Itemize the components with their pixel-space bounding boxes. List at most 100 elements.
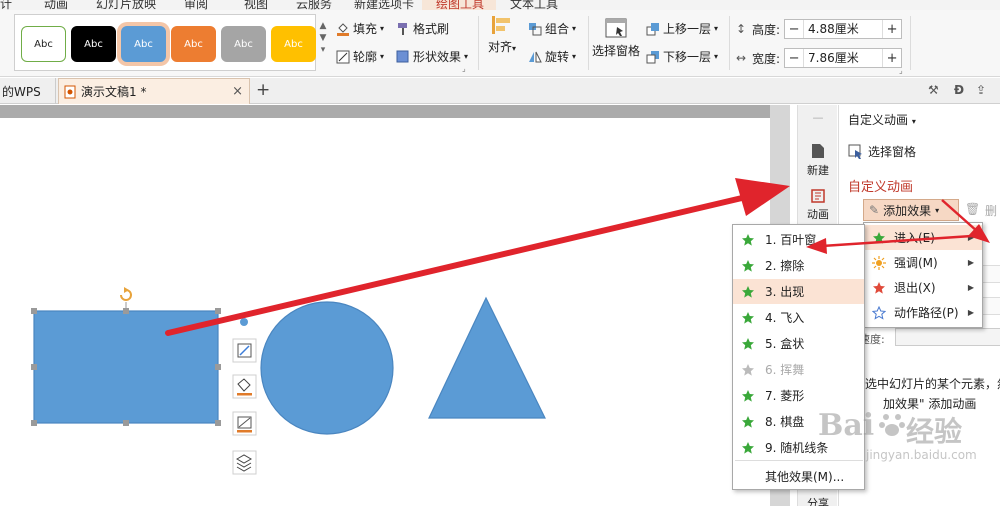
selection-pane-button[interactable]: 选择窗格 <box>592 18 640 59</box>
width-decrement-button[interactable]: − <box>785 51 803 66</box>
format-painter-button[interactable]: 格式刷 <box>396 20 449 37</box>
align-button[interactable]: 对齐▾ <box>488 14 516 55</box>
entrance-effect-item[interactable]: 6. 挥舞 <box>733 357 864 382</box>
delete-label[interactable]: 删 <box>985 202 997 219</box>
tab-document[interactable]: 演示文稿1 * × <box>58 78 250 104</box>
outline-button[interactable]: 轮廓 ▾ <box>336 48 384 65</box>
width-increment-button[interactable]: + <box>883 51 901 66</box>
height-decrement-button[interactable]: − <box>785 22 803 37</box>
side-nav-new-label: 新建 <box>807 164 829 177</box>
style-swatch-gray[interactable]: Abc <box>221 26 266 62</box>
circle-shape[interactable] <box>260 301 394 435</box>
new-tab-icon[interactable]: + <box>256 80 270 100</box>
shape-effect-button[interactable]: 形状效果 ▾ <box>396 48 468 65</box>
gallery-expand-icon[interactable]: ▾ <box>318 44 328 56</box>
fill-label: 填充 <box>353 22 378 36</box>
custom-animation-dropdown-label: 自定义动画 <box>848 113 909 127</box>
menu-item-exit[interactable]: 退出(X) ▶ <box>864 275 982 300</box>
menu-item-cloud[interactable]: 云服务 <box>296 0 332 10</box>
menu-item-emphasis[interactable]: 强调(M) ▶ <box>864 250 982 275</box>
menu-item-motion-path[interactable]: 动作路径(P) ▶ <box>864 300 982 325</box>
send-backward-button[interactable]: 下移一层 ▾ <box>646 48 718 65</box>
style-swatch-yellow[interactable]: Abc <box>271 26 316 62</box>
tool-icon[interactable]: ⚒ <box>928 83 939 97</box>
triangle-shape[interactable] <box>428 296 546 419</box>
menu-item-animation[interactable]: 动画 <box>44 0 68 10</box>
slide-canvas[interactable] <box>0 118 770 506</box>
menu-item-text-tools[interactable]: 文本工具 <box>510 0 558 10</box>
sun-icon <box>872 255 886 270</box>
width-input[interactable]: 7.86厘米 <box>803 49 884 67</box>
document-tabs-bar: 的WPS 演示文稿1 * × + ⚒ Ð ⇪ <box>0 78 1000 104</box>
submenu-arrow-icon: ▶ <box>967 258 974 267</box>
menu-item-view[interactable]: 视图 <box>244 0 268 10</box>
floating-fill-icon[interactable] <box>232 374 257 399</box>
floating-outline-icon[interactable] <box>232 338 257 363</box>
menu-item-more-effects[interactable]: 其他效果(M)... <box>733 464 864 489</box>
height-input[interactable]: 4.88厘米 <box>803 20 884 38</box>
entrance-effect-label: 8. 棋盘 <box>765 415 805 429</box>
style-swatch-white[interactable]: Abc <box>21 26 66 62</box>
menu-item-new-tab[interactable]: 新建选项卡 <box>354 0 414 10</box>
group-label: 组合 <box>545 22 570 36</box>
rotate-button[interactable]: 旋转 ▾ <box>528 48 576 65</box>
menu-item-review[interactable]: 审阅 <box>184 0 208 10</box>
height-increment-button[interactable]: + <box>883 22 901 37</box>
fill-button[interactable]: 填充 ▾ <box>336 20 384 37</box>
dropdown-arrow-icon: ▾ <box>572 24 577 33</box>
rotate-handle-icon[interactable] <box>120 287 132 301</box>
floating-line-icon[interactable] <box>232 411 257 436</box>
side-nav-animation[interactable]: 动画 <box>798 189 838 222</box>
task-pane-selection-pane-button[interactable]: 选择窗格 <box>848 143 916 160</box>
bring-forward-label: 上移一层 <box>663 22 712 36</box>
entrance-star-icon <box>742 363 754 376</box>
side-nav-share-label[interactable]: 分享 <box>798 495 838 506</box>
entrance-effect-item[interactable]: 4. 飞入 <box>733 305 864 330</box>
custom-animation-dropdown[interactable]: 自定义动画 ▾ <box>848 111 916 128</box>
entrance-effect-item[interactable]: 3. 出现 <box>733 279 864 304</box>
entrance-star-icon <box>742 285 754 298</box>
slide-shapes-layer <box>31 287 546 475</box>
group-icon <box>529 22 542 35</box>
menu-item-more-effects-label: 其他效果(M)... <box>765 470 845 484</box>
presentation-file-icon <box>64 85 76 98</box>
send-backward-label: 下移一层 <box>663 50 712 64</box>
d-icon[interactable]: Ð <box>954 83 964 97</box>
entrance-effect-item[interactable]: 5. 盒状 <box>733 331 864 356</box>
chevron-down-icon[interactable]: ▼ <box>318 32 328 44</box>
close-tab-icon[interactable]: × <box>232 84 243 99</box>
menu-item-0[interactable]: 计 <box>0 0 12 10</box>
style-swatch-blue[interactable]: Abc <box>121 26 166 62</box>
style-swatch-orange[interactable]: Abc <box>171 26 216 62</box>
menu-item-emphasis-label: 强调(M) <box>894 256 938 270</box>
rectangle-shape[interactable] <box>33 310 219 424</box>
chevron-down-icon: ▾ <box>935 205 940 215</box>
delete-icon[interactable]: 🗑 <box>965 202 980 216</box>
menu-item-drawing-tools[interactable]: 绘图工具 <box>436 0 484 10</box>
entrance-effect-label: 6. 挥舞 <box>765 363 805 377</box>
red-star-icon <box>873 281 885 294</box>
gallery-scroll[interactable]: ▲ ▼ ▾ <box>318 20 328 68</box>
entrance-effect-item[interactable]: 7. 菱形 <box>733 383 864 408</box>
outline-star-icon <box>872 305 886 320</box>
speed-select[interactable] <box>895 328 1000 346</box>
side-nav-new[interactable]: 新建 <box>798 143 838 178</box>
style-swatch-black[interactable]: Abc <box>71 26 116 62</box>
chevron-up-icon[interactable]: ▲ <box>318 20 328 32</box>
menu-item-slideshow[interactable]: 幻灯片放映 <box>96 0 156 10</box>
share-icon[interactable]: ⇪ <box>976 83 986 97</box>
floating-layers-icon[interactable] <box>232 450 257 475</box>
green-star-icon <box>873 231 885 244</box>
ribbon: Abc Abc Abc Abc Abc Abc ▲ ▼ ▾ 填充 ▾ 格式刷 轮廓… <box>0 10 1000 77</box>
menu-item-entrance[interactable]: 进入(E) ▶ <box>864 225 982 250</box>
bring-forward-button[interactable]: 上移一层 ▾ <box>646 20 718 37</box>
align-icon <box>492 16 511 34</box>
entrance-star-icon <box>742 389 754 402</box>
group-button[interactable]: 组合 ▾ <box>528 20 576 37</box>
entrance-effect-item[interactable]: 1. 百叶窗 <box>733 227 864 252</box>
add-effect-button[interactable]: ✎ 添加效果 ▾ <box>863 199 959 221</box>
dialog-launcher-icon[interactable]: ⌟ <box>462 64 466 73</box>
tab-wps[interactable]: 的WPS <box>0 78 56 104</box>
dialog-launcher-icon[interactable]: ⌟ <box>899 66 903 75</box>
entrance-effect-item[interactable]: 2. 擦除 <box>733 253 864 278</box>
